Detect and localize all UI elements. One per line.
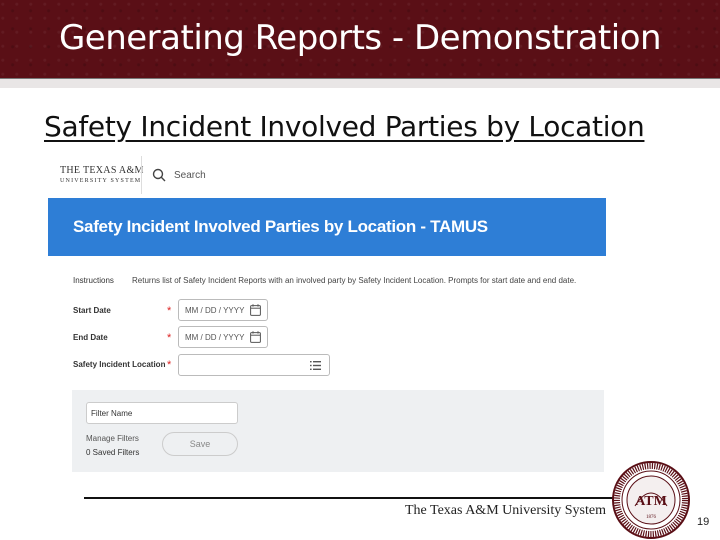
search-input[interactable]: Search — [174, 170, 206, 181]
logo-line-1: THE TEXAS A&M — [60, 165, 144, 176]
end-date-label: End Date — [73, 333, 108, 342]
title-divider — [0, 78, 720, 88]
list-icon[interactable] — [310, 361, 321, 370]
calendar-icon[interactable] — [250, 304, 261, 316]
end-date-field[interactable]: MM / DD / YYYY — [178, 326, 268, 348]
top-navigation: THE TEXAS A&M UNIVERSITY SYSTEM Search — [48, 156, 606, 198]
nav-divider — [141, 156, 142, 194]
start-date-label: Start Date — [73, 306, 111, 315]
end-date-placeholder: MM / DD / YYYY — [185, 333, 245, 342]
filter-panel: Filter Name Manage Filters 0 Saved Filte… — [72, 390, 604, 472]
end-date-required: * — [167, 332, 172, 344]
seal-year: 1876 — [646, 515, 657, 520]
saved-filters-count[interactable]: 0 Saved Filters — [86, 448, 139, 457]
save-filter-button[interactable]: Save — [162, 432, 238, 456]
seal-letters: ATM — [635, 494, 667, 509]
slide-subtitle: Safety Incident Involved Parties by Loca… — [44, 110, 645, 143]
university-seal-icon: ATM 1876 — [612, 461, 690, 539]
filter-name-placeholder: Filter Name — [91, 409, 133, 418]
app-screenshot: THE TEXAS A&M UNIVERSITY SYSTEM Search S… — [48, 156, 606, 478]
start-date-field[interactable]: MM / DD / YYYY — [178, 299, 268, 321]
search-icon[interactable] — [152, 168, 166, 182]
location-label: Safety Incident Location — [73, 360, 166, 369]
location-required: * — [167, 359, 172, 371]
calendar-icon[interactable] — [250, 331, 261, 343]
start-date-required: * — [167, 305, 172, 317]
footer-system-name: The Texas A&M University System — [405, 503, 606, 518]
location-select[interactable] — [178, 354, 330, 376]
report-title: Safety Incident Involved Parties by Loca… — [73, 217, 488, 236]
logo-line-2: UNIVERSITY SYSTEM — [60, 178, 142, 184]
app-logo[interactable]: THE TEXAS A&M UNIVERSITY SYSTEM — [60, 165, 144, 185]
start-date-placeholder: MM / DD / YYYY — [185, 306, 245, 315]
page-number: 19 — [697, 516, 710, 528]
slide-title: Generating Reports - Demonstration — [58, 18, 662, 58]
instructions-text: Returns list of Safety Incident Reports … — [132, 276, 577, 285]
filter-name-input[interactable]: Filter Name — [86, 402, 238, 424]
footer-divider — [84, 497, 614, 499]
manage-filters-link[interactable]: Manage Filters — [86, 434, 139, 443]
instructions-label: Instructions — [73, 276, 114, 285]
